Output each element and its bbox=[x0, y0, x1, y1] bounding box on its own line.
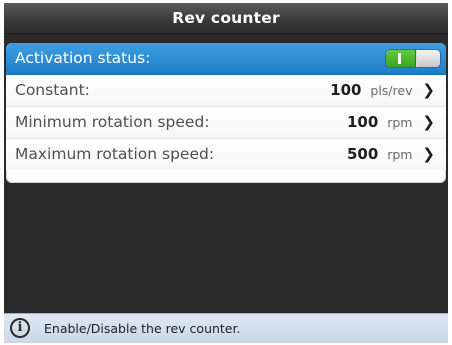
status-help-text: Enable/Disable the rev counter. bbox=[44, 321, 241, 336]
constant-row[interactable]: Constant: 100 pls/rev ❯ bbox=[6, 75, 446, 107]
constant-unit: pls/rev bbox=[370, 83, 413, 98]
settings-panel: Activation status: Constant: 100 pls/rev… bbox=[6, 43, 446, 183]
max-rotation-speed-number: 500 bbox=[346, 145, 379, 163]
info-icon: i bbox=[10, 318, 30, 338]
activation-toggle[interactable] bbox=[386, 50, 440, 67]
min-rotation-speed-row[interactable]: Minimum rotation speed: 100 rpm ❯ bbox=[6, 107, 446, 139]
constant-value: 100 pls/rev ❯ bbox=[330, 75, 435, 106]
min-rotation-speed-label: Minimum rotation speed: bbox=[15, 113, 210, 131]
min-rotation-speed-number: 100 bbox=[346, 113, 379, 131]
chevron-right-icon: ❯ bbox=[422, 81, 435, 99]
status-bar: i Enable/Disable the rev counter. bbox=[4, 313, 448, 343]
max-rotation-speed-unit: rpm bbox=[387, 147, 413, 162]
min-rotation-speed-unit: rpm bbox=[387, 115, 413, 130]
max-rotation-speed-value: 500 rpm ❯ bbox=[347, 139, 435, 170]
toggle-on-mark bbox=[398, 53, 401, 64]
max-rotation-speed-row[interactable]: Maximum rotation speed: 500 rpm ❯ bbox=[6, 139, 446, 170]
screen: Rev counter Activation status: Constant:… bbox=[0, 0, 452, 345]
activation-status-row[interactable]: Activation status: bbox=[6, 43, 446, 75]
window-title: Rev counter bbox=[4, 3, 448, 34]
constant-number: 100 bbox=[330, 81, 362, 99]
max-rotation-speed-label: Maximum rotation speed: bbox=[15, 145, 215, 163]
chevron-right-icon: ❯ bbox=[422, 113, 435, 131]
constant-label: Constant: bbox=[15, 81, 90, 99]
chevron-right-icon: ❯ bbox=[422, 145, 435, 163]
min-rotation-speed-value: 100 rpm ❯ bbox=[347, 107, 435, 138]
device-frame: Rev counter Activation status: Constant:… bbox=[4, 3, 448, 343]
activation-status-label: Activation status: bbox=[15, 49, 151, 67]
toggle-knob[interactable] bbox=[417, 50, 440, 67]
toggle-on-segment bbox=[386, 50, 416, 67]
